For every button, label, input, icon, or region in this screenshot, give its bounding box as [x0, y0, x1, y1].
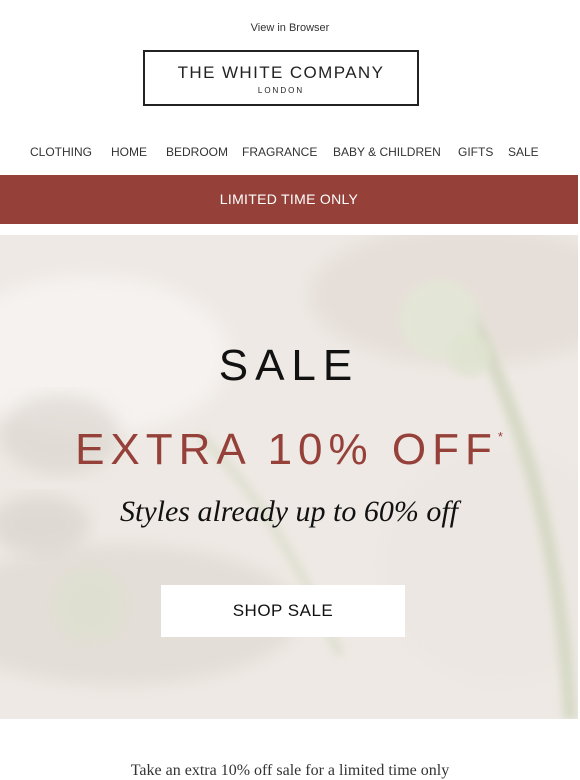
nav-item-clothing[interactable]: CLOTHING	[30, 145, 92, 159]
view-in-browser-link[interactable]: View in Browser	[251, 22, 330, 34]
hero-banner[interactable]: SALE EXTRA 10% OFF* Styles already up to…	[0, 235, 578, 719]
brand-sub: LONDON	[257, 86, 305, 95]
brand-name: THE WHITE COMPANY	[177, 63, 385, 82]
nav-item-fragrance[interactable]: FRAGRANCE	[242, 145, 317, 159]
extra-offer-text: EXTRA 10% OFF	[75, 425, 498, 474]
offer-asterisk: *	[497, 429, 503, 444]
hero-subtitle: Styles already up to 60% off	[120, 495, 458, 528]
shop-sale-button[interactable]: SHOP SALE	[161, 585, 405, 637]
hero-background-image	[0, 235, 578, 719]
brand-logo[interactable]: THE WHITE COMPANY LONDON	[143, 50, 419, 106]
nav-item-baby-children[interactable]: BABY & CHILDREN	[333, 145, 441, 159]
limited-time-banner[interactable]: LIMITED TIME ONLY	[0, 175, 578, 224]
nav-item-sale[interactable]: SALE	[508, 145, 539, 159]
view-in-browser: View in Browser	[0, 22, 580, 34]
nav-item-bedroom[interactable]: BEDROOM	[166, 145, 228, 159]
extra-offer: EXTRA 10% OFF*	[0, 425, 578, 475]
sale-title: SALE	[218, 341, 360, 390]
promo-body-text: Take an extra 10% off sale for a limited…	[130, 762, 450, 779]
nav-item-gifts[interactable]: GIFTS	[458, 145, 493, 159]
nav-item-home[interactable]: HOME	[111, 145, 147, 159]
